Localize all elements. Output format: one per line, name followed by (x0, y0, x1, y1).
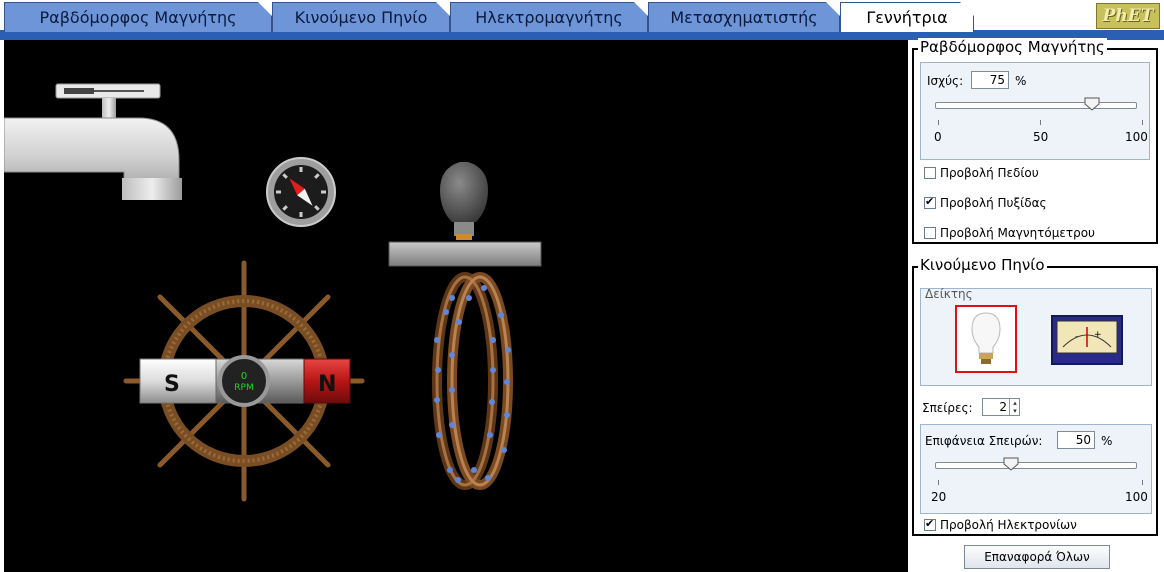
tab-bar: Ραβδόμορφος Μαγνήτης Κινούμενο Πηνίο Ηλε… (0, 0, 1164, 40)
tab-transformer[interactable]: Μετασχηματιστής (648, 2, 840, 32)
strength-tick-min: 0 (934, 130, 942, 144)
voltmeter-icon: - + (1056, 320, 1118, 354)
lightbulb-indicator-button[interactable] (955, 305, 1017, 373)
strength-unit: % (1015, 74, 1027, 88)
tab-electromagnet[interactable]: Ηλεκτρομαγνήτης (450, 2, 648, 32)
faucet-slider-knob[interactable] (64, 88, 94, 94)
svg-text:+: + (1094, 330, 1102, 340)
bar-magnet[interactable]: S N 0 RPM (139, 355, 351, 407)
light-bulb-icon (440, 162, 488, 222)
simulation-canvas: S N 0 RPM (4, 40, 908, 572)
loop-area-slider-thumb[interactable] (1003, 457, 1019, 471)
coil-mount-plate (388, 241, 542, 267)
checkbox-label: Προβολή Πυξίδας (940, 196, 1047, 210)
strength-tick-max: 100 (1125, 130, 1148, 144)
lightbulb-icon (971, 312, 1001, 364)
pickup-coil[interactable] (388, 162, 542, 490)
tab-label: Κινούμενο Πηνίο (294, 8, 428, 27)
bar-magnet-title: Ραβδόμορφος Μαγνήτης (918, 38, 1107, 56)
water-faucet[interactable] (4, 83, 182, 200)
checkbox-label: Προβολή Ηλεκτρονίων (940, 518, 1077, 532)
tab-bar-magnet[interactable]: Ραβδόμορφος Μαγνήτης (4, 2, 272, 32)
tab-label: Ραβδόμορφος Μαγνήτης (39, 8, 237, 27)
strength-panel: Ισχύς: 75 % 0 50 100 (920, 62, 1150, 160)
checkbox-box[interactable] (924, 517, 936, 531)
loops-spinner-arrows-icon[interactable]: ▴ ▾ (1009, 399, 1020, 415)
bar-magnet-group: Ραβδόμορφος Μαγνήτης Ισχύς: 75 % 0 50 10… (912, 38, 1158, 244)
pickup-coil-title: Κινούμενο Πηνίο (918, 256, 1047, 274)
strength-tick-mid: 50 (1033, 130, 1049, 144)
checkbox-box[interactable] (924, 227, 936, 239)
strength-slider-thumb[interactable] (1084, 97, 1100, 111)
rpm-value: 0 (241, 371, 247, 382)
checkbox-label: Προβολή Πεδίου (940, 166, 1039, 180)
show-magnetometer-checkbox[interactable]: Προβολή Μαγνητόμετρου (924, 226, 1095, 240)
loops-label: Σπείρες: (922, 401, 973, 415)
show-field-checkbox[interactable]: Προβολή Πεδίου (924, 166, 1039, 180)
indicator-title: Δείκτης (925, 287, 973, 301)
strength-label: Ισχύς: (927, 74, 964, 88)
loop-area-slider-track[interactable] (935, 462, 1137, 469)
svg-text:-: - (1075, 332, 1078, 342)
rpm-unit: RPM (234, 383, 253, 393)
south-label: S (164, 372, 180, 397)
show-compass-checkbox[interactable]: Προβολή Πυξίδας (924, 195, 1047, 210)
compass[interactable] (266, 157, 336, 227)
loop-area-label: Επιφάνεια Σπειρών: (925, 434, 1043, 448)
strength-input[interactable]: 75 (971, 71, 1009, 89)
loop-area-input[interactable]: 50 (1057, 431, 1095, 449)
checkbox-box[interactable] (924, 167, 936, 179)
checkbox-label: Προβολή Μαγνητόμετρου (940, 226, 1095, 240)
loop-area-tick-max: 100 (1125, 490, 1148, 504)
checkbox-box[interactable] (924, 195, 936, 209)
loop-area-unit: % (1101, 434, 1113, 448)
loop-area-tick-min: 20 (931, 490, 947, 504)
show-electrons-checkbox[interactable]: Προβολή Ηλεκτρονίων (924, 517, 1077, 532)
reset-all-button[interactable]: Επαναφορά Όλων (964, 545, 1110, 569)
strength-slider-track[interactable] (935, 102, 1137, 109)
indicator-panel: Δείκτης - + (920, 287, 1152, 386)
tab-label: Ηλεκτρομαγνήτης (475, 8, 623, 27)
phet-logo[interactable]: PhET (1096, 3, 1160, 29)
control-panel: Ραβδόμορφος Μαγνήτης Ισχύς: 75 % 0 50 10… (908, 38, 1164, 572)
north-label: N (318, 372, 336, 397)
tab-label: Γεννήτρια (866, 8, 948, 27)
loop-area-panel: Επιφάνεια Σπειρών: 50 % 20 100 (920, 424, 1152, 514)
tab-generator[interactable]: Γεννήτρια (840, 2, 974, 32)
voltmeter-indicator-button[interactable]: - + (1051, 315, 1123, 365)
tab-pickup-coil[interactable]: Κινούμενο Πηνίο (272, 2, 450, 32)
tab-label: Μετασχηματιστής (670, 8, 818, 27)
pickup-coil-group: Κινούμενο Πηνίο Δείκτης - + Σπείρες: 2 ▴… (912, 256, 1158, 536)
